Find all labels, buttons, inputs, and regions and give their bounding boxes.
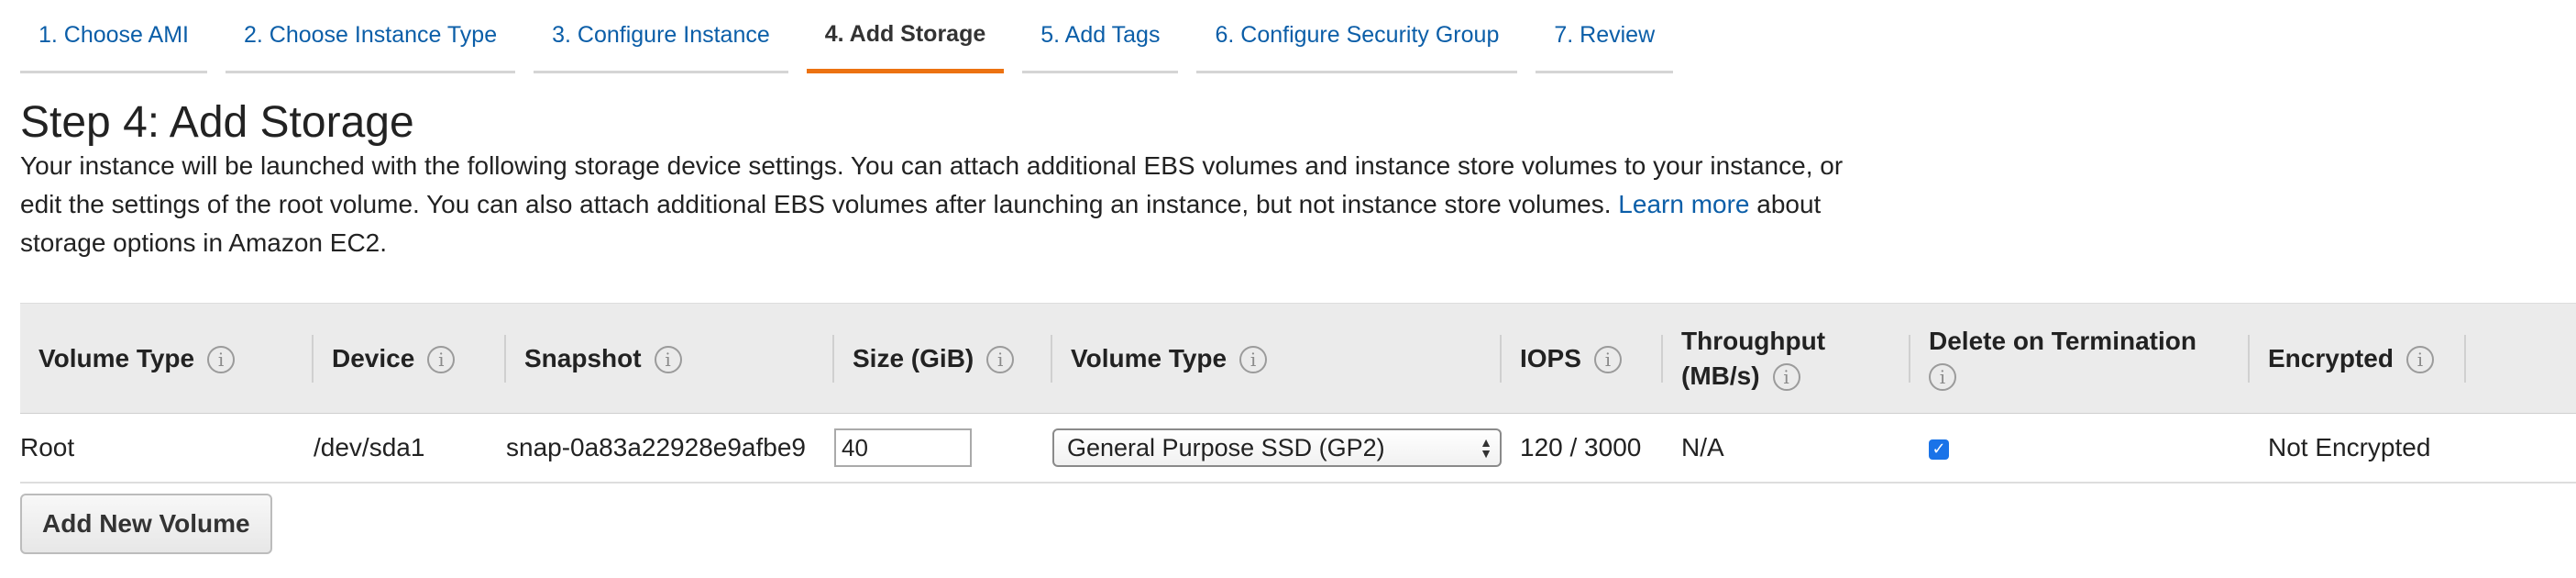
storage-table-container: Volume Type i Device i Snapshot i Size (GiB…	[20, 303, 2576, 484]
cell-delete-on-termination: ✓	[1910, 413, 2250, 484]
table-header-row: Volume Type i Device i Snapshot i Size (GiB…	[20, 303, 2576, 414]
tab-add-storage[interactable]: 4. Add Storage	[806, 0, 1005, 73]
tab-review[interactable]: 7. Review	[1536, 0, 1674, 73]
learn-more-link[interactable]: Learn more	[1618, 190, 1749, 218]
cell-encrypted: Not Encrypted	[2250, 413, 2576, 484]
header-throughput: Throughput (MB/s) i	[1663, 303, 1910, 414]
cell-ebs-volume-type: General Purpose SSD (GP2) ▲ ▼	[1052, 413, 1502, 484]
tab-choose-ami[interactable]: 1. Choose AMI	[20, 0, 207, 73]
cell-iops: 120 / 3000	[1502, 413, 1663, 484]
info-icon[interactable]: i	[1593, 346, 1622, 374]
header-snapshot: Snapshot i	[506, 303, 834, 414]
select-arrows-icon: ▲ ▼	[1480, 436, 1492, 461]
header-label: Device	[332, 343, 415, 372]
header-label: IOPS	[1520, 343, 1581, 372]
tab-choose-instance-type[interactable]: 2. Choose Instance Type	[225, 0, 516, 73]
page-title: Step 4: Add Storage	[20, 98, 414, 147]
tab-add-tags[interactable]: 5. Add Tags	[1022, 0, 1179, 73]
header-label: Delete on Termination	[1929, 326, 2196, 355]
header-device: Device i	[314, 303, 506, 414]
header-size: Size (GiB) i	[834, 303, 1052, 414]
header-iops: IOPS i	[1502, 303, 1663, 414]
header-label: Volume Type	[39, 343, 195, 372]
info-icon[interactable]: i	[427, 346, 456, 374]
header-label: Volume Type	[1071, 343, 1227, 372]
wizard-tabs: 1. Choose AMI 2. Choose Instance Type 3.…	[20, 0, 1691, 75]
cell-volume-type: Root	[20, 413, 314, 484]
header-ebs-volume-type: Volume Type i	[1052, 303, 1502, 414]
cell-throughput: N/A	[1663, 413, 1910, 484]
info-icon[interactable]: i	[1929, 363, 1956, 392]
volume-type-select[interactable]: General Purpose SSD (GP2) ▲ ▼	[1052, 428, 1502, 467]
info-icon[interactable]: i	[1239, 346, 1268, 374]
info-icon[interactable]: i	[986, 346, 1015, 374]
table-row: Root /dev/sda1 snap-0a83a22928e9afbe9 Ge…	[20, 413, 2576, 484]
header-delete-on-termination: Delete on Termination i	[1910, 303, 2250, 414]
info-icon[interactable]: i	[2405, 346, 2434, 374]
info-icon[interactable]: i	[1772, 363, 1800, 392]
delete-on-termination-checkbox[interactable]: ✓	[1929, 439, 1949, 460]
volume-type-selected-value: General Purpose SSD (GP2)	[1067, 433, 1385, 461]
tab-configure-instance[interactable]: 3. Configure Instance	[534, 0, 788, 73]
header-label: Encrypted	[2268, 343, 2394, 372]
header-label: Throughput (MB/s)	[1681, 326, 1826, 390]
cell-snapshot: snap-0a83a22928e9afbe9	[506, 413, 834, 484]
storage-table: Volume Type i Device i Snapshot i Size (GiB…	[20, 303, 2576, 484]
add-new-volume-button[interactable]: Add New Volume	[20, 494, 272, 554]
description-text: Your instance will be launched with the …	[20, 151, 1844, 218]
cell-size	[834, 413, 1052, 484]
cell-device: /dev/sda1	[314, 413, 506, 484]
arrow-down-icon: ▼	[1480, 446, 1492, 461]
tab-configure-security-group[interactable]: 6. Configure Security Group	[1196, 0, 1518, 73]
header-encrypted: Encrypted i	[2250, 303, 2576, 414]
header-label: Snapshot	[524, 343, 642, 372]
header-volume-type: Volume Type i	[20, 303, 314, 414]
info-icon[interactable]: i	[654, 346, 682, 374]
size-input[interactable]	[834, 428, 972, 467]
ec2-launch-wizard: 1. Choose AMI 2. Choose Instance Type 3.…	[0, 0, 2576, 578]
page-description: Your instance will be launched with the …	[20, 147, 1890, 262]
info-icon[interactable]: i	[207, 346, 236, 374]
column-divider	[2464, 335, 2466, 383]
header-label: Size (GiB)	[853, 343, 974, 372]
